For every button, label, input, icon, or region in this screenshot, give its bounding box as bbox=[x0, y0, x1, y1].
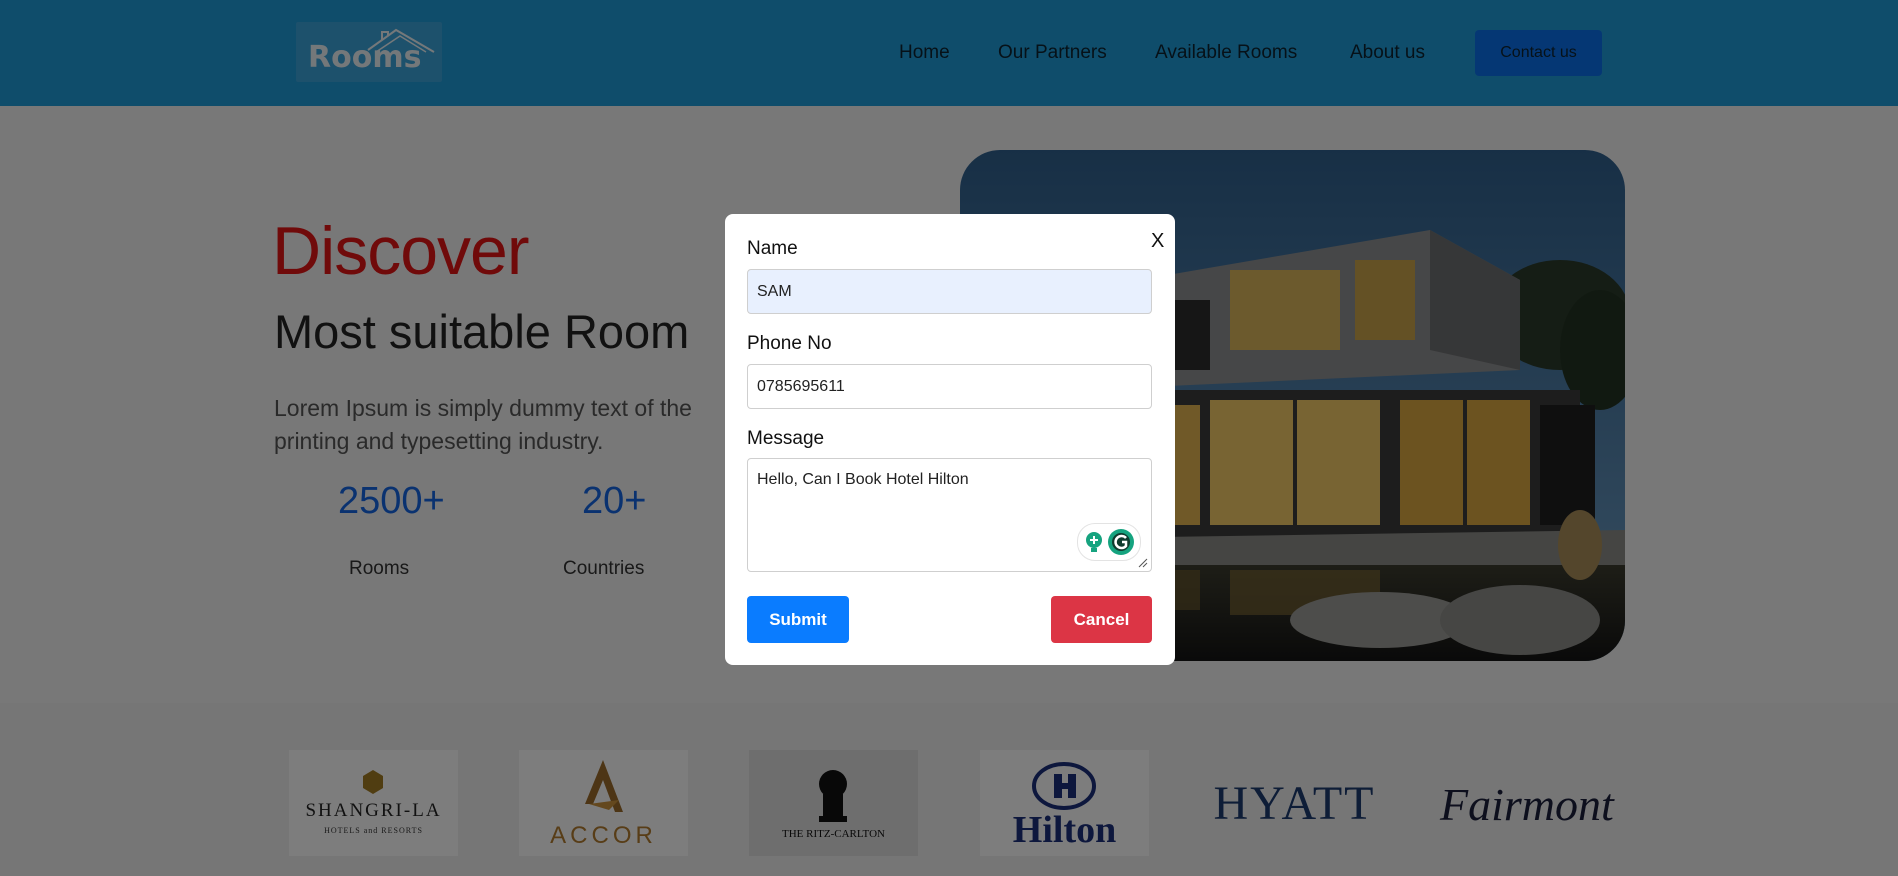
name-input[interactable] bbox=[747, 269, 1152, 314]
phone-input[interactable] bbox=[747, 364, 1152, 409]
lightbulb-icon bbox=[1086, 532, 1102, 552]
phone-label: Phone No bbox=[747, 333, 832, 354]
close-modal-button[interactable]: X bbox=[1151, 230, 1164, 253]
name-label: Name bbox=[747, 238, 798, 259]
contact-modal: X Name Phone No Message Hello, Can I Boo… bbox=[725, 214, 1175, 665]
resize-handle-icon[interactable] bbox=[1138, 558, 1148, 568]
grammarly-g-icon bbox=[1108, 529, 1134, 555]
message-label: Message bbox=[747, 428, 825, 449]
grammarly-widget[interactable] bbox=[1077, 523, 1141, 561]
submit-button[interactable]: Submit bbox=[747, 596, 849, 643]
cancel-button[interactable]: Cancel bbox=[1051, 596, 1152, 643]
